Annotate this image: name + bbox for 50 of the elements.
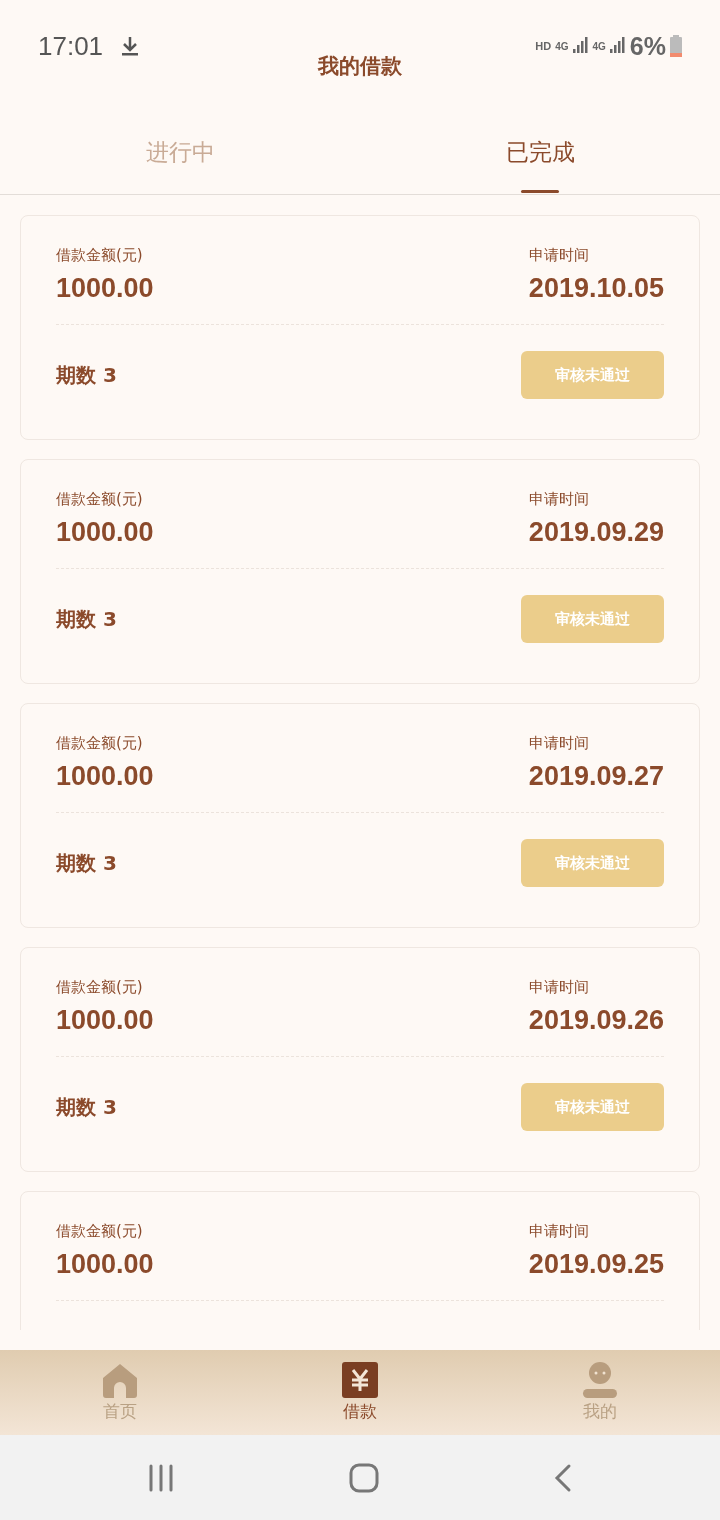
apply-date: 2019.09.29 bbox=[528, 517, 664, 548]
home-icon bbox=[102, 1362, 138, 1398]
network-type: 4G bbox=[592, 40, 606, 52]
amount-label: 借款金额(元) bbox=[56, 490, 144, 509]
loan-card[interactable]: 借款金额(元) 1000.00 申请时间 2019.09.27 期数 3 审核未通过 bbox=[20, 703, 700, 928]
nav-label: 首页 bbox=[103, 1400, 137, 1423]
signal-icon bbox=[572, 37, 589, 55]
apply-date: 2019.09.27 bbox=[528, 761, 664, 792]
apply-date: 2019.10.05 bbox=[528, 273, 664, 304]
date-label: 申请时间 bbox=[528, 734, 590, 753]
term-count: 期数 3 bbox=[56, 1093, 117, 1121]
network-type: 4G bbox=[555, 40, 569, 52]
term-count: 期数 3 bbox=[56, 605, 117, 633]
signal-icon bbox=[609, 37, 626, 55]
loan-card[interactable]: 借款金额(元) 1000.00 申请时间 2019.09.26 期数 3 审核未通过 bbox=[20, 947, 700, 1172]
back-icon[interactable] bbox=[553, 1462, 573, 1493]
term-count: 期数 3 bbox=[56, 361, 117, 389]
download-icon bbox=[121, 36, 140, 56]
recent-apps-icon[interactable] bbox=[147, 1463, 175, 1492]
loan-card[interactable]: 借款金额(元) 1000.00 申请时间 2019.09.29 期数 3 审核未通过 bbox=[20, 459, 700, 684]
amount-label: 借款金额(元) bbox=[56, 978, 144, 997]
battery-icon bbox=[670, 35, 682, 57]
loan-card[interactable]: 借款金额(元) 1000.00 申请时间 2019.10.05 期数 3 审核未通过 bbox=[20, 215, 700, 440]
status-time: 17:01 bbox=[38, 30, 104, 62]
term-count: 期数 3 bbox=[56, 849, 117, 877]
person-icon bbox=[582, 1362, 618, 1398]
hd-indicator: HD bbox=[535, 40, 552, 52]
apply-date: 2019.09.26 bbox=[528, 1005, 664, 1036]
loan-amount: 1000.00 bbox=[56, 1249, 154, 1280]
loan-amount: 1000.00 bbox=[56, 517, 154, 548]
yuan-icon bbox=[342, 1362, 378, 1398]
amount-label: 借款金额(元) bbox=[56, 246, 144, 265]
date-label: 申请时间 bbox=[528, 978, 590, 997]
nav-label: 我的 bbox=[583, 1400, 617, 1423]
tab[interactable]: 已完成 bbox=[360, 110, 720, 194]
nav-label: 借款 bbox=[343, 1400, 377, 1423]
loan-amount: 1000.00 bbox=[56, 273, 154, 304]
home-button-icon[interactable] bbox=[349, 1462, 379, 1493]
loan-amount: 1000.00 bbox=[56, 1005, 154, 1036]
date-label: 申请时间 bbox=[528, 1222, 590, 1241]
apply-date: 2019.09.25 bbox=[528, 1249, 664, 1280]
date-label: 申请时间 bbox=[528, 246, 590, 265]
date-label: 申请时间 bbox=[528, 490, 590, 509]
amount-label: 借款金额(元) bbox=[56, 1222, 144, 1241]
page-title: 我的借款 bbox=[318, 53, 402, 80]
loan-card[interactable]: 借款金额(元) 1000.00 申请时间 2019.09.25 bbox=[20, 1191, 700, 1330]
nav-item[interactable]: 借款 bbox=[240, 1350, 480, 1435]
amount-label: 借款金额(元) bbox=[56, 734, 144, 753]
battery-percent: 6% bbox=[629, 31, 666, 61]
loan-amount: 1000.00 bbox=[56, 761, 154, 792]
